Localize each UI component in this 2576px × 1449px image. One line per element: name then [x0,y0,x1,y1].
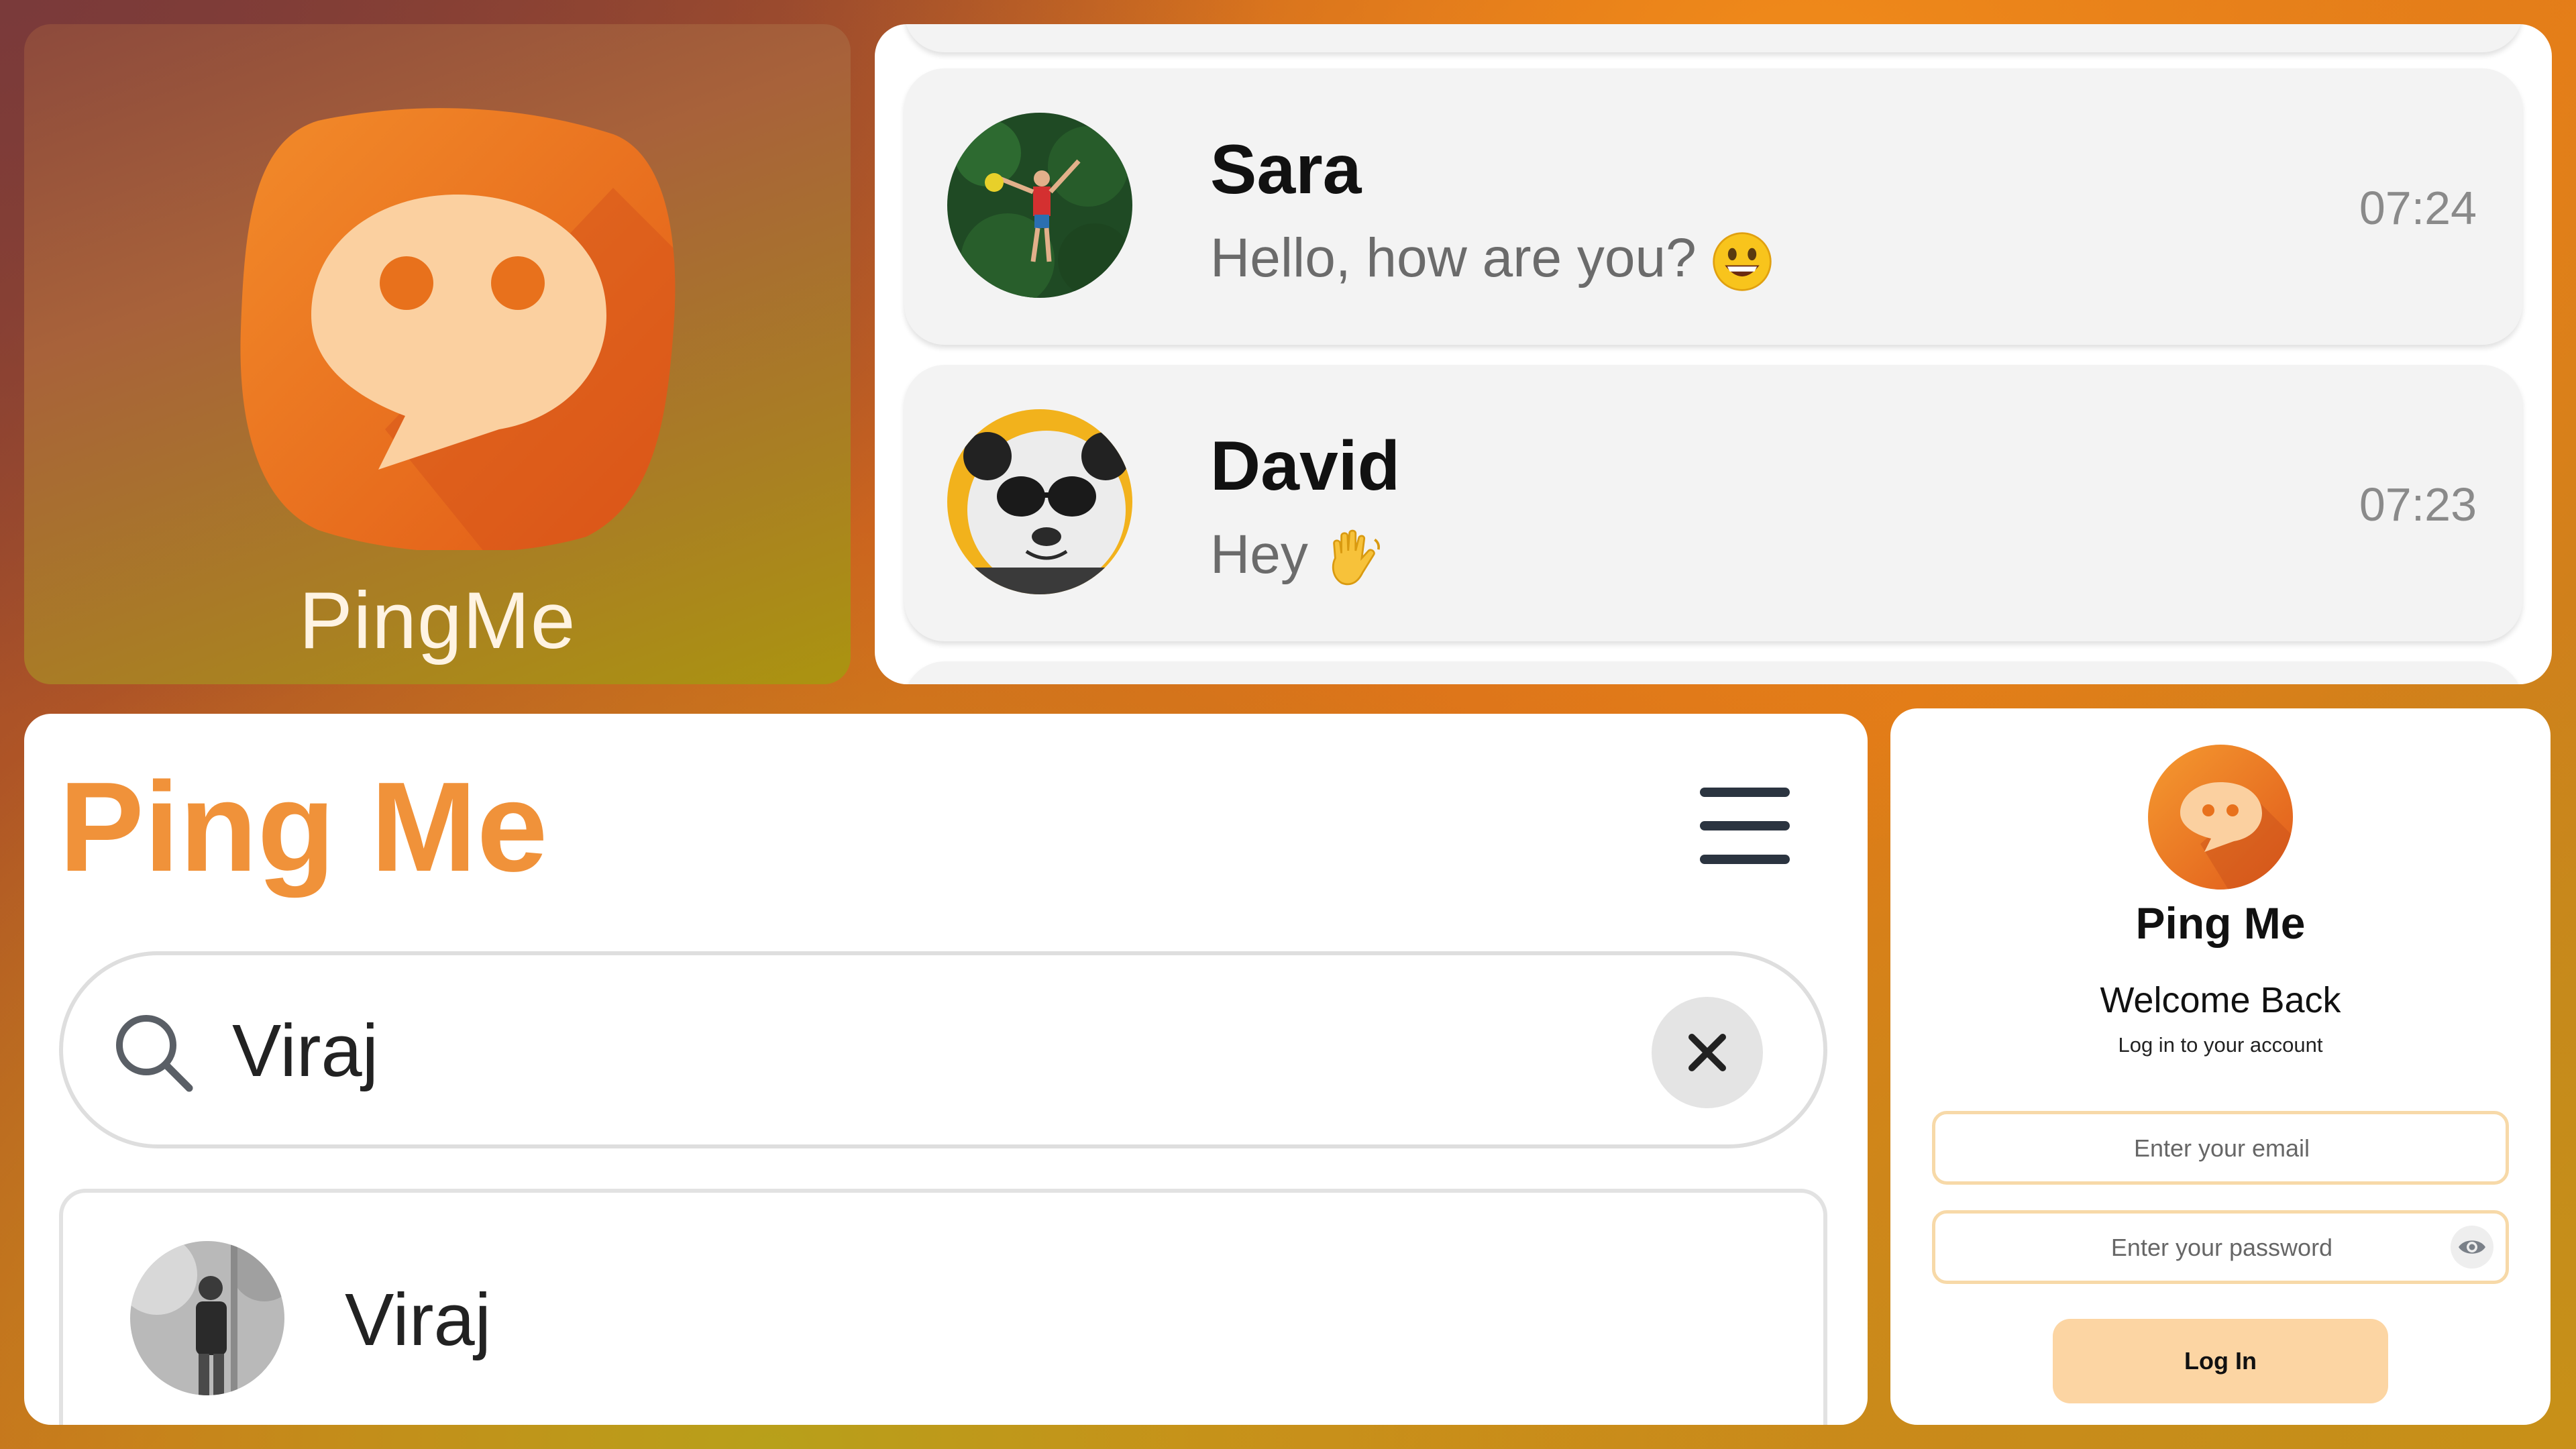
chat-name: Sara [1210,131,1362,209]
password-field-wrapper [1932,1210,2509,1284]
chat-item-david[interactable]: David Hey 07:23 [904,365,2522,641]
waving-hand-emoji [1332,530,1380,586]
result-name: Viraj [345,1279,492,1361]
avatar [947,113,1132,298]
chat-name: David [1210,427,1401,505]
login-button[interactable]: Log In [2053,1319,2388,1403]
chat-item-sara[interactable]: Sara Hello, how are you? 07:24 [904,68,2522,345]
login-subtitle: Log in to your account [2118,1033,2323,1057]
speech-bubble-icon [240,108,676,550]
speech-bubble-icon [2148,745,2293,890]
eye-icon[interactable] [2451,1226,2493,1269]
grinning-face-emoji [1713,232,1772,292]
hamburger-menu-icon[interactable] [1700,788,1790,864]
avatar [947,409,1132,594]
chat-time: 07:23 [2359,478,2477,531]
search-bar [59,951,1827,1148]
close-icon[interactable] [1652,997,1763,1108]
email-field-wrapper [1932,1111,2509,1185]
chat-list-panel: Sara Hello, how are you? 07:24 David Hey… [875,24,2552,684]
chat-card-partial[interactable] [904,661,2522,684]
chat-last-message: Hello, how are you? [1210,227,1773,292]
avatar [130,1241,284,1395]
login-panel: Ping Me Welcome Back Log in to your acco… [1890,708,2551,1425]
chat-time: 07:24 [2359,182,2477,234]
login-title: Ping Me [2135,898,2306,948]
search-input[interactable] [231,993,1508,1108]
email-field[interactable] [1935,1114,2508,1183]
brand-title: Ping Me [59,756,548,898]
chat-message-text: Hey [1210,524,1308,585]
chat-card-partial[interactable] [904,24,2522,52]
chat-message-text: Hello, how are you? [1210,227,1697,288]
search-icon [116,1015,193,1092]
search-result-item[interactable]: Viraj [59,1189,1827,1425]
chat-last-message: Hey [1210,523,1385,589]
welcome-heading: Welcome Back [2100,980,2341,1020]
app-icon-panel: PingMe [24,24,851,684]
search-panel: Ping Me Viraj Viraj [24,714,1868,1425]
app-name: PingMe [299,576,576,665]
password-field[interactable] [1935,1214,2508,1282]
